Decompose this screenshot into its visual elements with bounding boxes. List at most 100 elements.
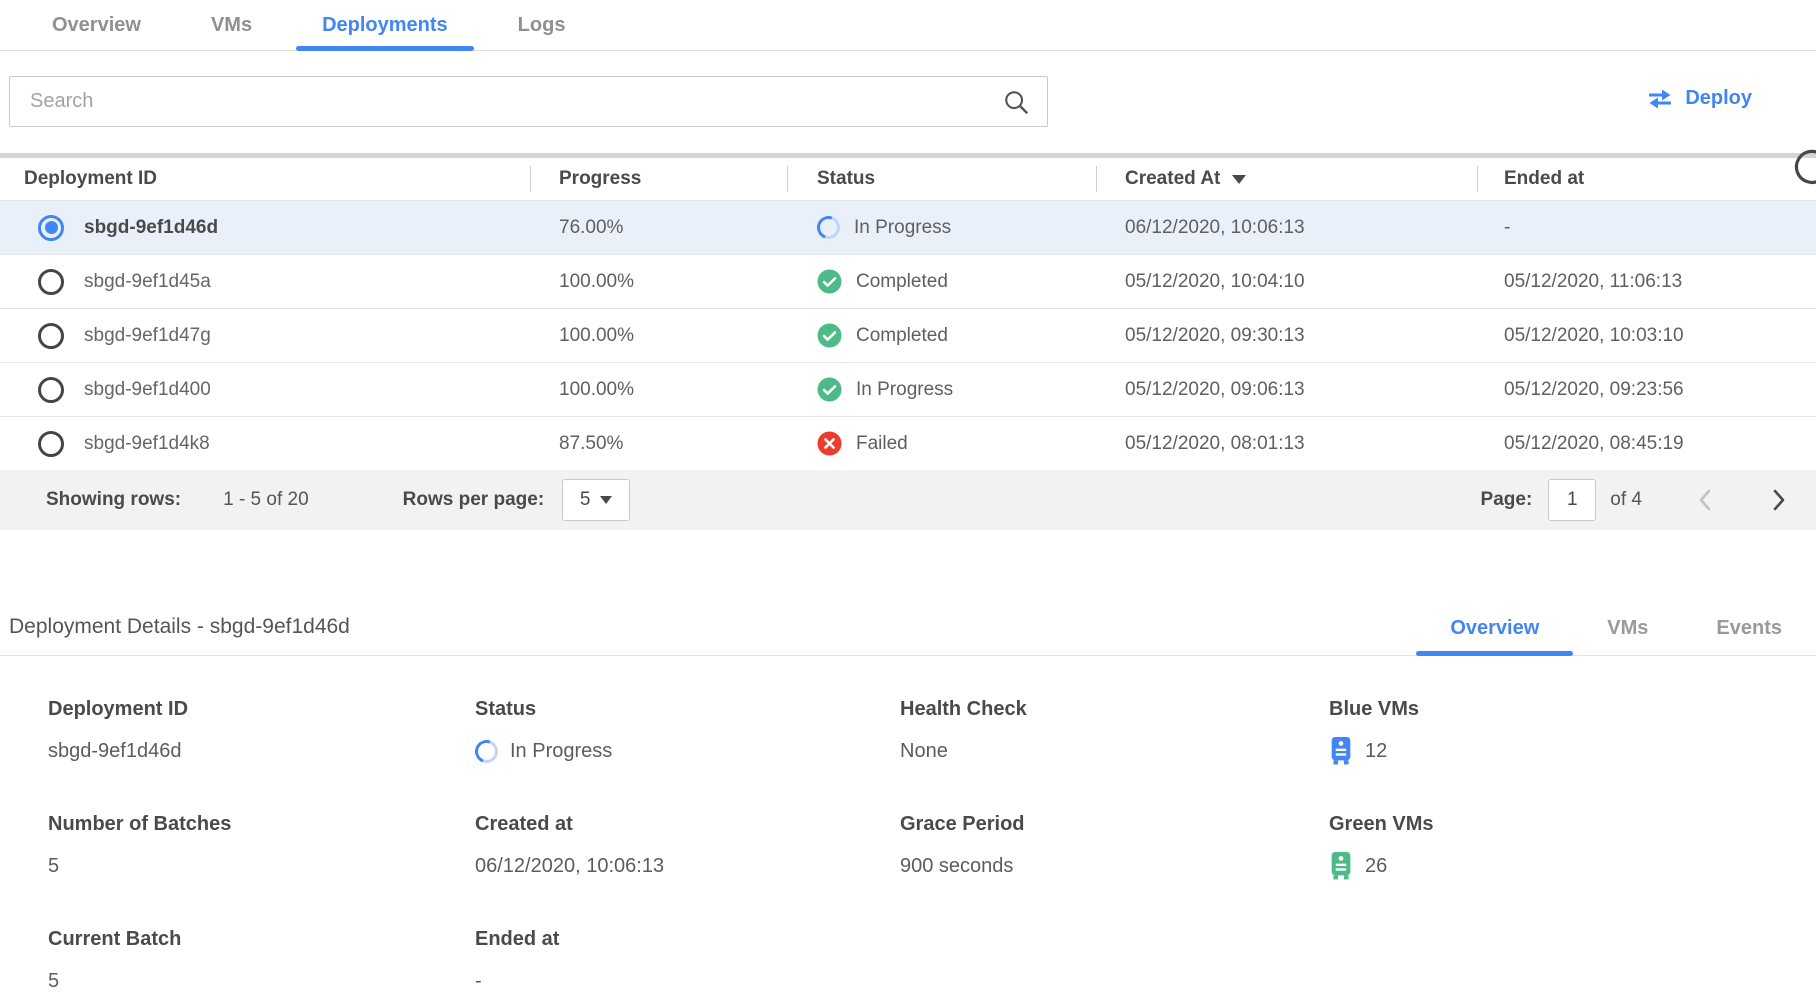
table-row[interactable]: sbgd-9ef1d47g 100.00% Completed 05/12/20… [0, 308, 1816, 362]
radio-icon[interactable] [38, 323, 64, 349]
table-row[interactable]: sbgd-9ef1d4k8 87.50% Failed 05/12/2020, … [0, 416, 1816, 470]
field-value: 06/12/2020, 10:06:13 [475, 855, 664, 878]
field-grace-period: Grace Period 900 seconds [900, 813, 1329, 880]
field-value: None [900, 740, 948, 763]
search-box [9, 76, 1048, 127]
tab-label: Logs [518, 14, 566, 37]
field-label: Ended at [475, 928, 900, 951]
check-circle-icon [817, 323, 842, 348]
field-label: Green VMs [1329, 813, 1816, 836]
page-label: Page: [1481, 489, 1533, 511]
tab-label: VMs [1607, 617, 1648, 640]
radio-icon[interactable] [38, 377, 64, 403]
tab-overview[interactable]: Overview [26, 0, 167, 50]
created-at-value: 05/12/2020, 08:01:13 [1096, 433, 1477, 455]
details-tab-bar: Overview VMs Events [1416, 601, 1816, 655]
col-header-progress[interactable]: Progress [530, 158, 787, 200]
col-header-deployment-id[interactable]: Deployment ID [0, 158, 530, 200]
created-at-value: 06/12/2020, 10:06:13 [1096, 217, 1477, 239]
deploy-label: Deploy [1685, 87, 1752, 110]
field-ended-at: Ended at - [475, 928, 900, 992]
progress-value: 76.00% [530, 217, 787, 239]
radio-icon[interactable] [38, 431, 64, 457]
deployment-details-header: Deployment Details - sbgd-9ef1d46d Overv… [0, 602, 1816, 656]
dropdown-caret-icon [600, 496, 612, 504]
details-grid: Deployment ID sbgd-9ef1d46d Status In Pr… [0, 698, 1816, 992]
field-label: Created at [475, 813, 900, 836]
tab-label: VMs [211, 14, 252, 37]
details-tab-overview[interactable]: Overview [1416, 601, 1573, 655]
rows-per-page-select[interactable]: 5 [562, 479, 630, 521]
status-label: Completed [856, 271, 948, 293]
field-number-of-batches: Number of Batches 5 [48, 813, 475, 880]
field-value: 12 [1365, 740, 1387, 763]
tab-label: Deployments [322, 14, 448, 37]
sort-desc-icon [1232, 175, 1246, 184]
tab-vms[interactable]: VMs [185, 0, 278, 50]
details-tab-vms[interactable]: VMs [1573, 601, 1682, 655]
details-tab-events[interactable]: Events [1682, 601, 1816, 655]
spinner-icon [813, 212, 844, 243]
field-label: Number of Batches [48, 813, 475, 836]
column-separator [1477, 166, 1478, 192]
col-label: Status [817, 168, 875, 190]
field-deployment-id: Deployment ID sbgd-9ef1d46d [48, 698, 475, 765]
col-label: Ended at [1504, 168, 1584, 190]
field-current-batch: Current Batch 5 [48, 928, 475, 992]
col-label: Deployment ID [24, 168, 157, 190]
table-row[interactable]: sbgd-9ef1d45a 100.00% Completed 05/12/20… [0, 254, 1816, 308]
progress-value: 100.00% [530, 271, 787, 293]
page-number-input[interactable] [1548, 479, 1596, 521]
field-label: Blue VMs [1329, 698, 1816, 721]
ended-at-value: 05/12/2020, 08:45:19 [1477, 433, 1816, 455]
col-header-status[interactable]: Status [787, 158, 1096, 200]
top-tab-bar: Overview VMs Deployments Logs [0, 0, 1816, 51]
field-value: 5 [48, 970, 59, 992]
radio-icon[interactable] [38, 269, 64, 295]
field-status: Status In Progress [475, 698, 900, 765]
table-row[interactable]: sbgd-9ef1d46d 76.00% In Progress 06/12/2… [0, 200, 1816, 254]
deploy-button[interactable]: Deploy [1647, 87, 1752, 110]
field-value: - [475, 970, 482, 992]
field-label: Status [475, 698, 900, 721]
blue-vm-icon [1329, 737, 1353, 765]
radio-selected-icon[interactable] [38, 215, 64, 241]
field-value: 5 [48, 855, 59, 878]
status-label: In Progress [854, 217, 951, 239]
showing-rows-value: 1 - 5 of 20 [223, 489, 309, 511]
green-vm-icon [1329, 852, 1353, 880]
tab-logs[interactable]: Logs [492, 0, 592, 50]
tab-deployments[interactable]: Deployments [296, 0, 474, 50]
ended-at-value: 05/12/2020, 09:23:56 [1477, 379, 1816, 401]
col-header-created-at[interactable]: Created At [1096, 158, 1477, 200]
tab-label: Overview [52, 14, 141, 37]
progress-value: 100.00% [530, 325, 787, 347]
deployment-id: sbgd-9ef1d46d [84, 217, 218, 239]
field-health-check: Health Check None [900, 698, 1329, 765]
created-at-value: 05/12/2020, 09:30:13 [1096, 325, 1477, 347]
tab-label: Overview [1450, 617, 1539, 640]
field-label: Deployment ID [48, 698, 475, 721]
field-label: Health Check [900, 698, 1329, 721]
check-circle-icon [817, 269, 842, 294]
status-label: Completed [856, 325, 948, 347]
table-row[interactable]: sbgd-9ef1d400 100.00% In Progress 05/12/… [0, 362, 1816, 416]
deployment-id: sbgd-9ef1d47g [84, 325, 211, 347]
tab-label: Events [1716, 617, 1782, 640]
next-page-button[interactable] [1766, 487, 1790, 513]
x-circle-icon [817, 431, 842, 456]
ended-at-value: 05/12/2020, 10:03:10 [1477, 325, 1816, 347]
ended-at-value: - [1477, 217, 1816, 239]
rows-per-page-value: 5 [580, 489, 591, 511]
search-icon[interactable] [1001, 87, 1031, 117]
field-value: 900 seconds [900, 855, 1013, 878]
column-separator [1096, 166, 1097, 192]
search-input[interactable] [10, 90, 1001, 113]
prev-page-button[interactable] [1694, 487, 1718, 513]
col-header-ended-at[interactable]: Ended at [1477, 158, 1816, 200]
showing-rows-label: Showing rows: [46, 489, 181, 511]
deployment-id: sbgd-9ef1d4k8 [84, 433, 210, 455]
rows-per-page-label: Rows per page: [403, 489, 544, 511]
field-label: Grace Period [900, 813, 1329, 836]
table-header-row: Deployment ID Progress Status Created At… [0, 158, 1816, 200]
